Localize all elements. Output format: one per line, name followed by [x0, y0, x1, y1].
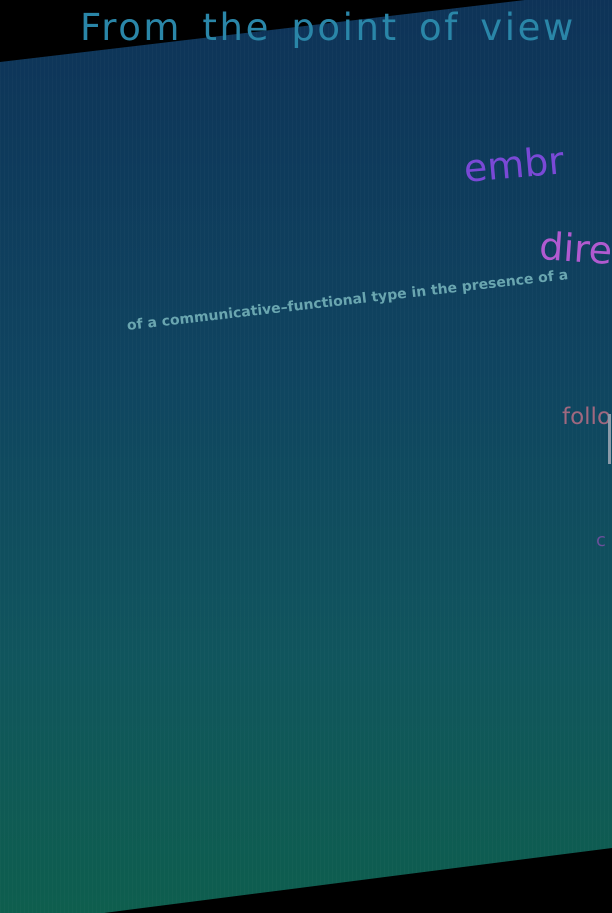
fragment-c: c: [596, 530, 606, 551]
fragment-dire: dire: [537, 224, 612, 273]
headline-text: From the point of view: [80, 6, 576, 49]
tilted-page: [0, 0, 612, 913]
edge-mark: [608, 414, 611, 464]
scene: From the point of view embr dire of a co…: [0, 0, 612, 913]
fragment-follo: follo: [562, 404, 612, 430]
